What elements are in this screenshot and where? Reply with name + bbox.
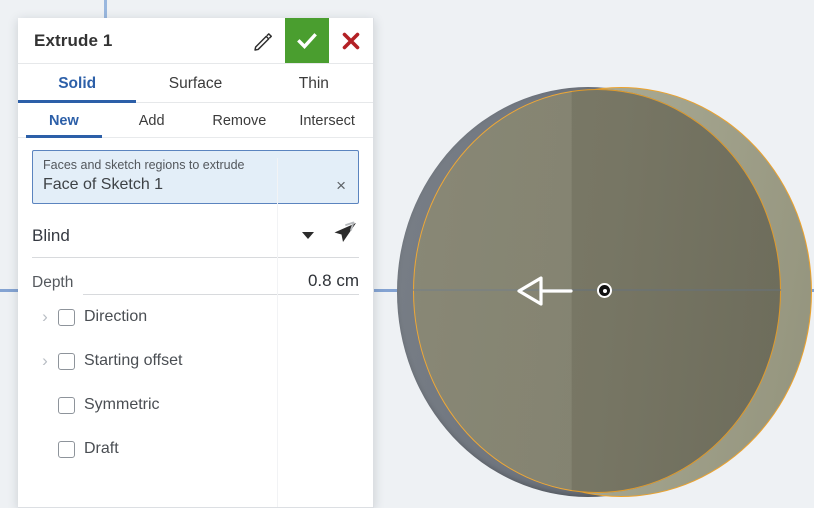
symmetric-checkbox[interactable] bbox=[58, 396, 75, 414]
tab-surface[interactable]: Surface bbox=[136, 64, 254, 102]
depth-label: Depth bbox=[32, 274, 74, 291]
option-symmetric[interactable]: › Symmetric bbox=[32, 383, 359, 427]
tab-thin[interactable]: Thin bbox=[255, 64, 373, 102]
operation-new[interactable]: New bbox=[20, 103, 108, 138]
chevron-down-icon[interactable] bbox=[297, 227, 325, 245]
end-condition-dropdown[interactable]: Blind bbox=[32, 220, 359, 258]
depth-input[interactable]: 0.8 cm bbox=[83, 271, 359, 295]
selection-field[interactable]: Faces and sketch regions to extrude Face… bbox=[32, 150, 359, 204]
chevron-right-icon[interactable]: › bbox=[32, 307, 58, 327]
chevron-down-glyph bbox=[302, 231, 314, 239]
end-condition-value[interactable]: Blind bbox=[32, 226, 297, 246]
operation-tabs: New Add Remove Intersect bbox=[18, 103, 373, 138]
origin-point-marker[interactable] bbox=[597, 283, 612, 298]
dialog-header: Extrude 1 bbox=[18, 18, 373, 64]
depth-row: Depth 0.8 cm bbox=[32, 271, 359, 295]
check-icon bbox=[297, 32, 317, 49]
option-draft[interactable]: › Draft bbox=[32, 427, 359, 471]
panel-column-divider bbox=[277, 158, 278, 507]
x-icon bbox=[342, 32, 360, 49]
chevron-right-icon[interactable]: › bbox=[32, 351, 58, 371]
option-starting-offset[interactable]: › Starting offset bbox=[32, 339, 359, 383]
direction-label: Direction bbox=[84, 308, 148, 325]
accept-button[interactable] bbox=[285, 18, 329, 63]
clear-selection-icon[interactable]: × bbox=[334, 177, 348, 194]
cancel-button[interactable] bbox=[329, 18, 373, 63]
flip-direction-icon bbox=[334, 221, 356, 242]
starting-offset-label: Starting offset bbox=[84, 352, 183, 369]
draft-label: Draft bbox=[84, 440, 119, 457]
draft-checkbox[interactable] bbox=[58, 440, 75, 458]
direction-checkbox[interactable] bbox=[58, 308, 75, 326]
tab-solid[interactable]: Solid bbox=[18, 64, 137, 103]
selection-value[interactable]: Face of Sketch 1 bbox=[43, 176, 334, 194]
symmetric-label: Symmetric bbox=[84, 396, 160, 413]
type-tabs: Solid Surface Thin bbox=[18, 64, 373, 103]
page-title: Extrude 1 bbox=[34, 30, 113, 50]
pencil-icon bbox=[254, 32, 272, 51]
operation-remove[interactable]: Remove bbox=[196, 103, 284, 137]
rename-button[interactable] bbox=[241, 18, 285, 63]
operation-add[interactable]: Add bbox=[108, 103, 196, 137]
selection-entry: Face of Sketch 1 × bbox=[43, 176, 348, 194]
dialog-body: Faces and sketch regions to extrude Face… bbox=[18, 138, 373, 471]
extrude-feature-screen: Extrude 1 Solid Surface Thin New Add Rem… bbox=[0, 0, 814, 508]
flip-direction-button[interactable] bbox=[325, 220, 359, 251]
operation-intersect[interactable]: Intersect bbox=[283, 103, 371, 137]
extrude-direction-arrow-icon[interactable] bbox=[515, 271, 575, 311]
starting-offset-checkbox[interactable] bbox=[58, 352, 75, 370]
selection-field-label: Faces and sketch regions to extrude bbox=[43, 158, 245, 172]
option-direction[interactable]: › Direction bbox=[32, 295, 359, 339]
extrude-dialog-panel: Extrude 1 Solid Surface Thin New Add Rem… bbox=[18, 18, 374, 508]
